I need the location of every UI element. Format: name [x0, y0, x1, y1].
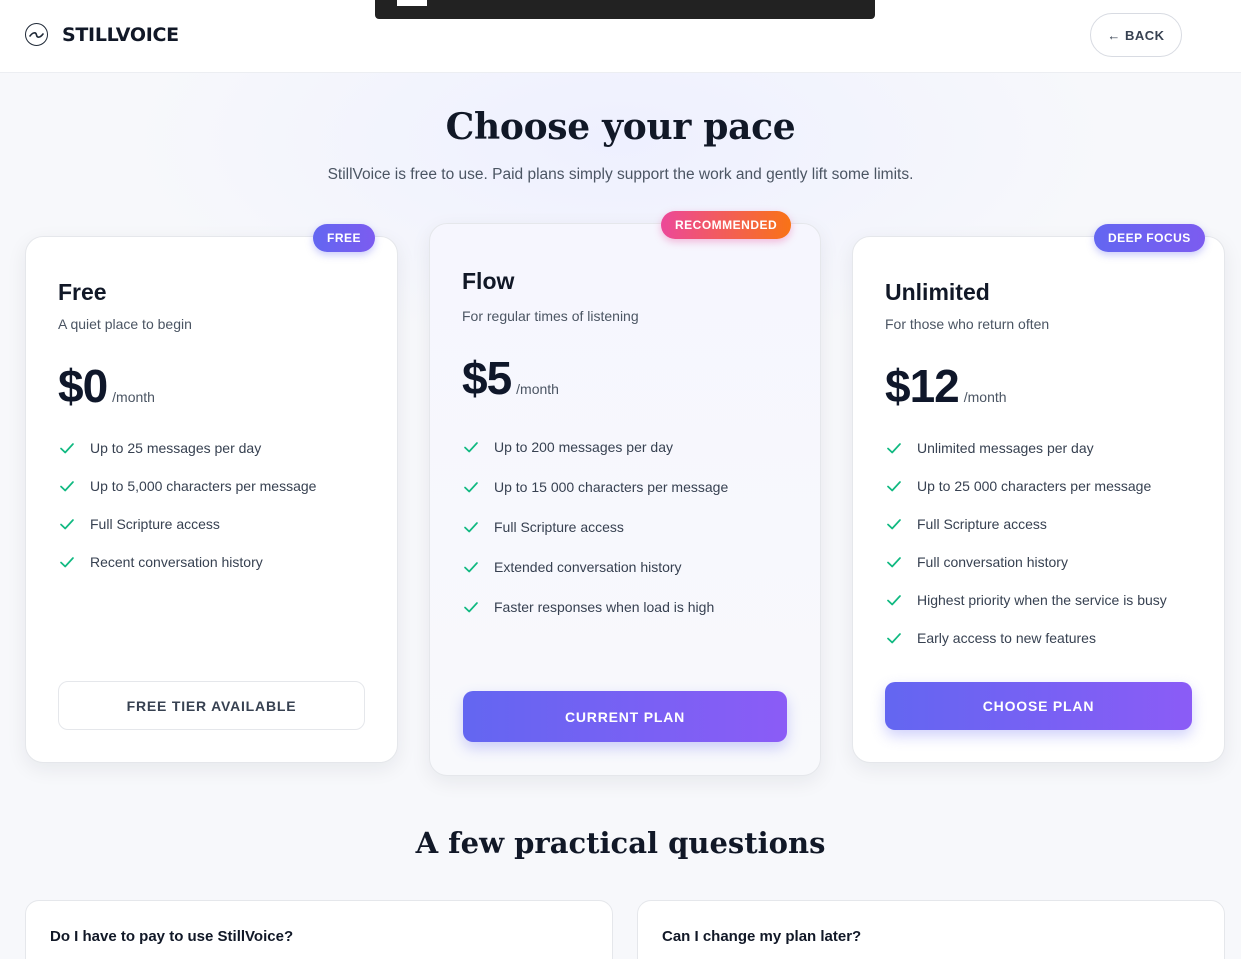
check-icon — [60, 557, 74, 568]
price-amount: $12 — [885, 360, 960, 412]
feature-text: Up to 200 messages per day — [494, 439, 673, 455]
faq-item[interactable]: Do I have to pay to use StillVoice? — [25, 900, 613, 959]
wave-logo-icon — [25, 23, 48, 46]
overlay-bar-marker — [397, 0, 427, 6]
price-amount: $5 — [462, 352, 512, 404]
plan-name: Free — [58, 279, 107, 305]
plan-name: Flow — [462, 268, 515, 294]
feature-text: Highest priority when the service is bus… — [917, 592, 1167, 608]
faq-item[interactable]: Can I change my plan later? — [637, 900, 1225, 959]
faq-title: A few practical questions — [415, 826, 826, 860]
check-icon — [464, 602, 478, 613]
brand[interactable]: STILLVOICE — [25, 23, 179, 46]
feature-item: Up to 5,000 characters per message — [58, 467, 316, 505]
check-icon — [887, 519, 901, 530]
feature-text: Full Scripture access — [917, 516, 1047, 532]
recommended-badge: RECOMMENDED — [661, 211, 792, 239]
check-icon — [887, 481, 901, 492]
feature-text: Up to 15 000 characters per message — [494, 479, 729, 495]
feature-text: Extended conversation history — [494, 559, 682, 575]
plan-card-unlimited: DEEP FOCUS Unlimited For those who retur… — [852, 224, 1225, 763]
faq-question: Do I have to pay to use StillVoice? — [50, 928, 294, 945]
feature-text: Up to 25 messages per day — [90, 440, 262, 456]
check-icon — [887, 595, 901, 606]
feature-text: Early access to new features — [917, 630, 1096, 646]
faq-question: Can I change my plan later? — [662, 928, 862, 945]
price-amount: $0 — [58, 360, 108, 412]
current-plan-button[interactable]: CURRENT PLAN — [463, 691, 787, 742]
feature-item: Up to 15 000 characters per message — [462, 467, 728, 507]
feature-item: Up to 25 000 characters per message — [885, 467, 1167, 505]
page-title: Choose your pace — [445, 106, 796, 148]
feature-item: Early access to new features — [885, 619, 1167, 657]
feature-item: Full conversation history — [885, 543, 1167, 581]
choose-plan-button[interactable]: CHOOSE PLAN — [885, 682, 1192, 730]
plan-description: For those who return often — [885, 316, 1050, 332]
pricing-page: STILLVOICE ← BACK Choose your pace Still… — [0, 0, 1241, 959]
plan-badge: FREE — [313, 224, 376, 252]
page-subtitle: StillVoice is free to use. Paid plans si… — [327, 166, 914, 183]
feature-item: Faster responses when load is high — [462, 587, 728, 627]
feature-item: Up to 200 messages per day — [462, 427, 728, 467]
feature-text: Up to 5,000 characters per message — [90, 478, 317, 494]
feature-list: Up to 200 messages per day Up to 15 000 … — [462, 427, 728, 627]
check-icon — [60, 519, 74, 530]
check-icon — [464, 562, 478, 573]
feature-text: Unlimited messages per day — [917, 440, 1094, 456]
price-period: /month — [963, 389, 1007, 405]
plan-price: $5 /month — [462, 351, 559, 405]
feature-item: Full Scripture access — [885, 505, 1167, 543]
feature-text: Up to 25 000 characters per message — [917, 478, 1152, 494]
feature-item: Up to 25 messages per day — [58, 429, 316, 467]
check-icon — [60, 481, 74, 492]
feature-item: Full Scripture access — [58, 505, 316, 543]
top-bar: STILLVOICE ← BACK — [0, 0, 1241, 73]
free-tier-button[interactable]: FREE TIER AVAILABLE — [58, 681, 365, 730]
back-button[interactable]: ← BACK — [1090, 13, 1182, 57]
feature-item: Full Scripture access — [462, 507, 728, 547]
plan-name: Unlimited — [885, 279, 990, 305]
price-period: /month — [112, 389, 155, 405]
feature-list: Unlimited messages per day Up to 25 000 … — [885, 429, 1167, 657]
check-icon — [887, 557, 901, 568]
brand-name: STILLVOICE — [62, 23, 179, 46]
feature-text: Recent conversation history — [90, 554, 263, 570]
plan-card-flow: RECOMMENDED Flow For regular times of li… — [429, 211, 821, 776]
feature-text: Faster responses when load is high — [494, 599, 715, 615]
check-icon — [464, 522, 478, 533]
check-icon — [464, 442, 478, 453]
feature-item: Highest priority when the service is bus… — [885, 581, 1167, 619]
check-icon — [464, 482, 478, 493]
check-icon — [887, 633, 901, 644]
feature-list: Up to 25 messages per day Up to 5,000 ch… — [58, 429, 316, 581]
feature-text: Full conversation history — [917, 554, 1068, 570]
plan-price: $0 /month — [58, 359, 155, 413]
feature-text: Full Scripture access — [494, 519, 624, 535]
check-icon — [887, 443, 901, 454]
feature-item: Extended conversation history — [462, 547, 728, 587]
price-period: /month — [516, 381, 559, 397]
plan-badge: DEEP FOCUS — [1094, 224, 1205, 252]
plan-price: $12 /month — [885, 359, 1007, 413]
plan-card-free: FREE Free A quiet place to begin $0 /mon… — [25, 224, 398, 763]
plan-description: For regular times of listening — [462, 308, 639, 324]
overlay-bar — [375, 0, 875, 19]
plan-description: A quiet place to begin — [58, 316, 192, 332]
feature-text: Full Scripture access — [90, 516, 220, 532]
feature-item: Recent conversation history — [58, 543, 316, 581]
check-icon — [60, 443, 74, 454]
feature-item: Unlimited messages per day — [885, 429, 1167, 467]
